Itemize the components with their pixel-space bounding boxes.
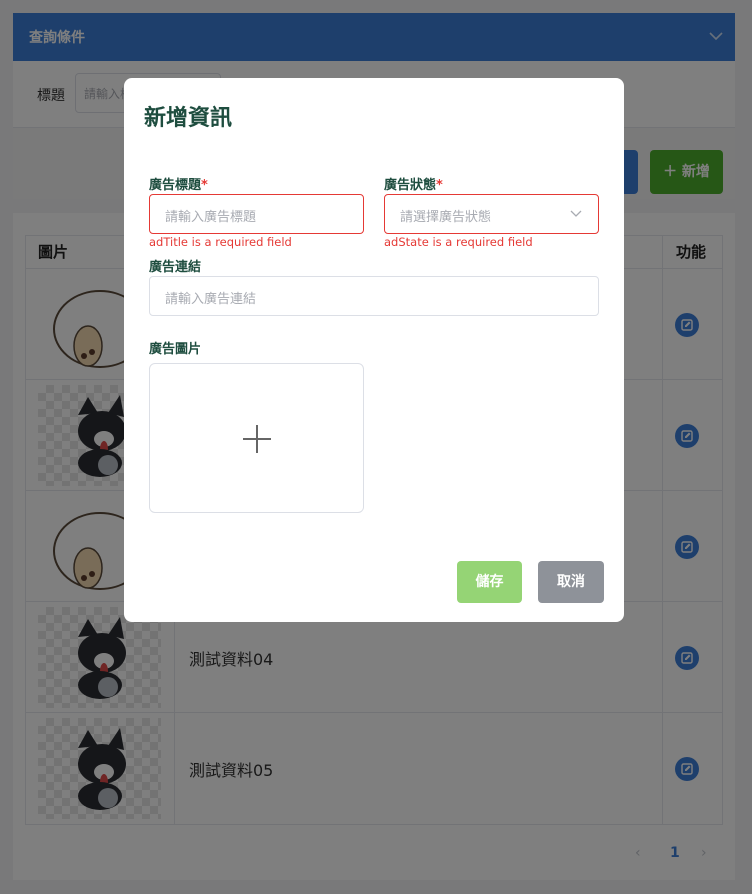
- ad-image-label: 廣告圖片: [149, 342, 202, 357]
- ad-state-label: 廣告狀態*: [384, 178, 443, 193]
- ad-state-error: adState is a required field: [384, 235, 533, 249]
- ad-state-select[interactable]: 請選擇廣告狀態: [384, 194, 599, 234]
- ad-link-input[interactable]: 請輸入廣告連結: [149, 276, 599, 316]
- required-mark: *: [201, 178, 208, 193]
- dialog-title: 新增資訊: [144, 106, 233, 131]
- ad-link-placeholder: 請輸入廣告連結: [165, 292, 257, 307]
- cancel-button[interactable]: 取消: [538, 561, 604, 603]
- ad-link-label: 廣告連結: [149, 260, 202, 275]
- save-button[interactable]: 儲存: [457, 561, 522, 603]
- ad-state-placeholder: 請選擇廣告狀態: [400, 210, 492, 225]
- ad-title-input[interactable]: 請輸入廣告標題: [149, 194, 364, 234]
- ad-title-placeholder: 請輸入廣告標題: [165, 210, 257, 225]
- chevron-down-icon: [570, 210, 582, 217]
- ad-image-upload[interactable]: [149, 363, 364, 513]
- ad-title-error: adTitle is a required field: [149, 235, 292, 249]
- plus-icon: [243, 425, 271, 453]
- add-info-dialog: 新增資訊 廣告標題* 請輸入廣告標題 adTitle is a required…: [124, 78, 624, 622]
- required-mark: *: [436, 178, 443, 193]
- ad-title-label: 廣告標題*: [149, 178, 208, 193]
